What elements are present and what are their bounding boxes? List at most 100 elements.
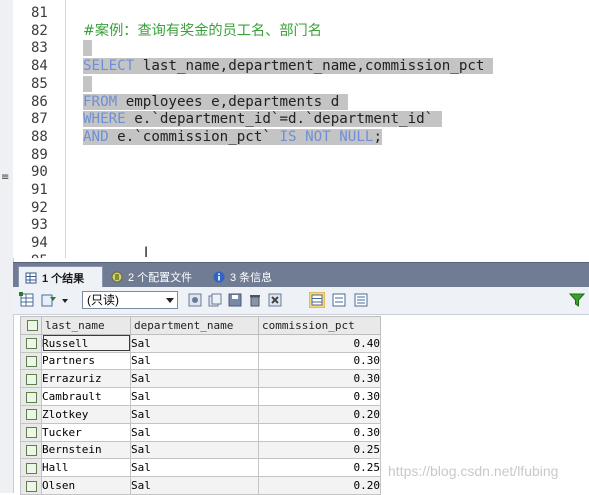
table-row[interactable]: Olsen Sal 0.20 [20, 476, 381, 495]
row-checkbox[interactable] [25, 409, 37, 421]
cancel-changes-icon[interactable] [267, 292, 283, 308]
tab-results[interactable]: 1 个结果 [18, 266, 103, 288]
gutter-separator [65, 0, 66, 258]
table-row[interactable]: Bernstein Sal 0.25 [20, 440, 381, 460]
panel-grip-icon[interactable]: ≡ [1, 172, 9, 183]
cell-last-name[interactable]: Partners [41, 351, 131, 371]
text-layout-icon[interactable] [353, 292, 369, 308]
add-row-icon[interactable] [187, 292, 203, 308]
delete-icon[interactable] [247, 292, 263, 308]
filter-icon[interactable] [569, 292, 585, 308]
column-header[interactable]: commission_pct [258, 316, 381, 335]
grid-view-icon[interactable] [19, 292, 35, 308]
row-select-cell[interactable] [20, 369, 42, 389]
row-select-cell[interactable] [20, 387, 42, 406]
sql-editor[interactable]: 81 82 83 84 85 86 87 88 89 90 91 92 93 9… [13, 0, 589, 258]
info-icon [213, 271, 225, 283]
grid-header-row: last_name department_name commission_pct [20, 316, 381, 335]
cell-last-name[interactable]: Errazuriz [41, 369, 131, 389]
row-checkbox[interactable] [25, 391, 37, 403]
row-select-cell[interactable] [20, 476, 42, 495]
row-checkbox[interactable] [25, 480, 37, 492]
line-number: 85 [31, 75, 48, 92]
cell-department-name[interactable]: Sal [130, 422, 259, 442]
row-select-cell[interactable] [20, 333, 42, 353]
tab-profiles-label: 2 个配置文件 [128, 272, 193, 284]
tab-results-label: 1 个结果 [42, 272, 85, 285]
column-header[interactable]: last_name [41, 316, 131, 335]
cell-last-name[interactable]: Zlotkey [41, 404, 131, 424]
duplicate-row-icon[interactable] [207, 292, 223, 308]
table-row[interactable]: Partners Sal 0.30 [20, 351, 381, 371]
keyword-is-not-null: IS NOT NULL [279, 128, 374, 145]
line-number: 95 [31, 253, 48, 258]
cell-commission-pct[interactable]: 0.30 [258, 351, 381, 371]
chevron-down-icon [166, 298, 174, 303]
tab-profiles[interactable]: 2 个配置文件 [105, 266, 205, 288]
cell-department-name[interactable]: Sal [130, 387, 259, 406]
row-select-cell[interactable] [20, 422, 42, 442]
view-mode-select[interactable]: (只读) [82, 291, 178, 309]
save-icon[interactable] [227, 292, 243, 308]
table-row[interactable]: Zlotkey Sal 0.20 [20, 404, 381, 424]
table-row[interactable]: Hall Sal 0.25 [20, 458, 381, 478]
select-all-checkbox[interactable] [27, 320, 38, 332]
cell-commission-pct[interactable]: 0.20 [258, 476, 381, 495]
cell-department-name[interactable]: Sal [130, 458, 259, 478]
cell-last-name[interactable]: Tucker [41, 422, 131, 442]
table-row[interactable]: Cambrault Sal 0.30 [20, 387, 381, 406]
cell-department-name[interactable]: Sal [130, 476, 259, 495]
cell-commission-pct[interactable]: 0.25 [258, 458, 381, 478]
cell-department-name[interactable]: Sal [130, 404, 259, 424]
row-checkbox[interactable] [25, 338, 37, 350]
line-number: 89 [31, 146, 48, 163]
cell-commission-pct[interactable]: 0.40 [258, 333, 381, 353]
row-checkbox[interactable] [25, 444, 37, 456]
keyword-and: AND [83, 128, 109, 145]
export-icon[interactable] [41, 292, 57, 308]
cell-department-name[interactable]: Sal [130, 369, 259, 389]
cell-commission-pct[interactable]: 0.20 [258, 404, 381, 424]
row-checkbox[interactable] [25, 373, 37, 385]
cell-last-name[interactable]: Bernstein [41, 440, 131, 460]
cell-commission-pct[interactable]: 0.30 [258, 387, 381, 406]
cell-last-name[interactable]: Olsen [41, 476, 131, 495]
line-number: 84 [31, 58, 48, 75]
line-number: 81 [31, 5, 48, 21]
dropdown-arrow-icon[interactable] [61, 292, 69, 308]
cell-department-name[interactable]: Sal [130, 440, 259, 460]
row-select-cell[interactable] [20, 351, 42, 371]
result-grid: last_name department_name commission_pct… [20, 316, 381, 495]
cell-department-name[interactable]: Sal [130, 333, 259, 353]
row-select-cell[interactable] [20, 404, 42, 424]
code-line-where: WHERE e.`department_id`=d.`department_id… [83, 111, 442, 129]
cell-commission-pct[interactable]: 0.25 [258, 440, 381, 460]
cell-last-name[interactable]: Russell [41, 333, 131, 353]
cell-commission-pct[interactable]: 0.30 [258, 369, 381, 389]
from-tables: employees e,departments d [117, 93, 340, 110]
row-select-cell[interactable] [20, 458, 42, 478]
cell-last-name[interactable]: Cambrault [41, 387, 131, 406]
row-checkbox[interactable] [25, 355, 37, 367]
select-all-cell[interactable] [20, 316, 42, 335]
profile-icon [111, 271, 123, 283]
form-layout-icon[interactable] [331, 292, 347, 308]
code-line-selected-blank: ​ [83, 40, 92, 58]
line-number: 83 [31, 40, 48, 57]
line-number: 94 [31, 235, 48, 252]
table-row[interactable]: Errazuriz Sal 0.30 [20, 369, 381, 389]
row-checkbox[interactable] [25, 427, 37, 439]
row-checkbox[interactable] [25, 462, 37, 474]
row-select-cell[interactable] [20, 440, 42, 460]
cell-commission-pct[interactable]: 0.30 [258, 422, 381, 442]
tab-messages[interactable]: 3 条信息 [207, 266, 283, 288]
text-cursor-icon: I [144, 245, 149, 258]
table-row[interactable]: Tucker Sal 0.30 [20, 422, 381, 442]
cell-last-name[interactable]: Hall [41, 458, 131, 478]
view-mode-value: (只读) [87, 293, 119, 307]
watermark: https://blog.csdn.net/lfubing [388, 463, 559, 479]
column-header[interactable]: department_name [130, 316, 259, 335]
grid-layout-icon[interactable] [309, 292, 325, 308]
cell-department-name[interactable]: Sal [130, 351, 259, 371]
table-row[interactable]: Russell Sal 0.40 [20, 333, 381, 353]
